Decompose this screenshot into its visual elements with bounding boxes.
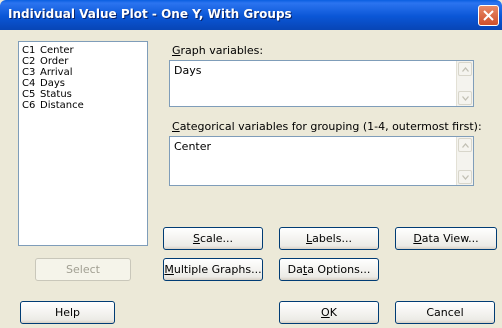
categorical-variables-label: Categorical variables for grouping (1-4,… — [172, 120, 482, 133]
data-view-button[interactable]: Data View... — [395, 227, 497, 250]
column-id: C2 — [22, 56, 36, 67]
help-button[interactable]: Help — [20, 301, 115, 324]
ok-button[interactable]: OK — [279, 301, 379, 324]
list-item[interactable]: C4 Days — [22, 78, 147, 89]
graph-variables-field[interactable]: Days — [169, 60, 474, 107]
column-name: Distance — [40, 100, 84, 111]
labels-button[interactable]: Labels... — [279, 227, 379, 250]
list-item[interactable]: C2 Order — [22, 56, 147, 67]
column-name: Order — [40, 56, 69, 67]
scroll-down-button[interactable] — [458, 170, 472, 184]
scroll-up-button[interactable] — [458, 138, 472, 152]
chevron-down-icon — [462, 175, 469, 180]
column-name: Center — [40, 45, 74, 56]
graph-variables-label: Graph variables: — [172, 44, 264, 57]
list-item[interactable]: C1 Center — [22, 45, 147, 56]
column-name: Status — [40, 89, 72, 100]
title-bar: Individual Value Plot - One Y, With Grou… — [0, 0, 502, 30]
column-id: C4 — [22, 78, 36, 89]
column-id: C5 — [22, 89, 36, 100]
categorical-variables-scrollbar[interactable] — [456, 137, 473, 185]
data-options-button[interactable]: Data Options... — [279, 258, 379, 281]
categorical-variables-value: Center — [174, 140, 212, 153]
column-id: C1 — [22, 45, 36, 56]
column-id: C6 — [22, 100, 36, 111]
window-title: Individual Value Plot - One Y, With Grou… — [8, 7, 292, 21]
column-id: C3 — [22, 67, 36, 78]
scroll-up-button[interactable] — [458, 62, 472, 76]
categorical-variables-field[interactable]: Center — [169, 136, 474, 186]
column-name: Arrival — [40, 67, 73, 78]
list-item[interactable]: C5 Status — [22, 89, 147, 100]
scale-button[interactable]: Scale... — [163, 227, 263, 250]
list-item[interactable]: C6 Distance — [22, 100, 147, 111]
chevron-up-icon — [462, 67, 469, 72]
close-button[interactable] — [478, 5, 499, 26]
chevron-up-icon — [462, 143, 469, 148]
graph-variables-scrollbar[interactable] — [456, 61, 473, 106]
select-button[interactable]: Select — [35, 258, 131, 281]
graph-variables-value: Days — [174, 64, 202, 77]
close-icon — [483, 10, 494, 21]
chevron-down-icon — [462, 96, 469, 101]
cancel-button[interactable]: Cancel — [395, 301, 495, 324]
multiple-graphs-button[interactable]: Multiple Graphs... — [163, 258, 263, 281]
column-name: Days — [40, 78, 65, 89]
list-item[interactable]: C3 Arrival — [22, 67, 147, 78]
scroll-down-button[interactable] — [458, 91, 472, 105]
variables-listbox[interactable]: C1 Center C2 Order C3 Arrival C4 Days C5… — [18, 41, 148, 246]
